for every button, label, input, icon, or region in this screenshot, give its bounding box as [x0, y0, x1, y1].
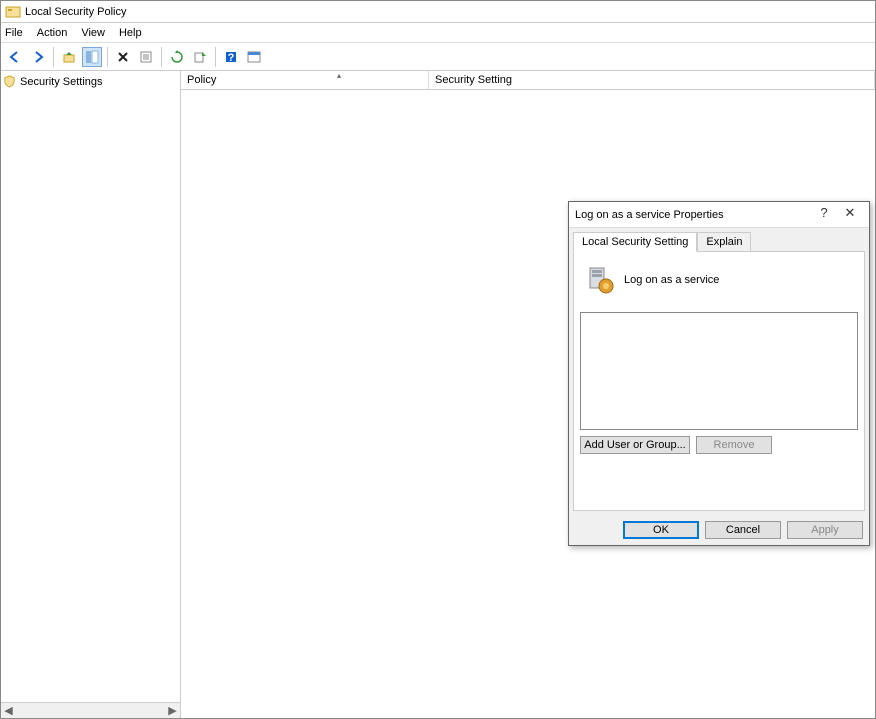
titlebar[interactable]: Local Security Policy [1, 1, 875, 23]
refresh-button[interactable] [167, 47, 187, 67]
tab-local-security-setting[interactable]: Local Security Setting [573, 232, 697, 252]
dialog-heading: Log on as a service [624, 274, 719, 286]
properties-button[interactable] [136, 47, 156, 67]
dialog-tabs: Local Security Setting Explain [569, 228, 869, 252]
dialog-title: Log on as a service Properties [575, 209, 811, 221]
tree-h-scrollbar[interactable]: ◀▶ [1, 702, 180, 718]
add-user-or-group-button[interactable]: Add User or Group... [580, 436, 690, 454]
service-icon [584, 264, 616, 296]
col-policy[interactable]: Policy [181, 71, 429, 89]
help-button[interactable]: ? [221, 47, 241, 67]
list-header[interactable]: Policy Security Setting ▴ [181, 71, 875, 90]
dialog-body: Log on as a service Add User or Group...… [573, 251, 865, 511]
sort-indicator-icon: ▴ [337, 71, 341, 80]
remove-button[interactable]: Remove [696, 436, 772, 454]
tree-root-label: Security Settings [20, 76, 103, 88]
col-setting[interactable]: Security Setting [429, 71, 875, 89]
tree-root[interactable]: Security Settings [1, 73, 180, 90]
menubar: File Action View Help [1, 23, 875, 43]
tab-explain[interactable]: Explain [697, 232, 751, 252]
dialog-titlebar[interactable]: Log on as a service Properties ? ✕ [569, 202, 869, 228]
tree-pane[interactable]: Security Settings ◀▶ [1, 71, 181, 718]
group-policy-button[interactable] [244, 47, 264, 67]
show-tree-button[interactable] [82, 47, 102, 67]
export-button[interactable] [190, 47, 210, 67]
dialog-footer: OK Cancel Apply [569, 515, 869, 545]
app-icon [5, 4, 21, 20]
menu-view[interactable]: View [81, 27, 105, 39]
window-title: Local Security Policy [25, 6, 127, 18]
up-button[interactable] [59, 47, 79, 67]
forward-button[interactable] [28, 47, 48, 67]
back-button[interactable] [5, 47, 25, 67]
toolbar: ? [1, 43, 875, 71]
dialog-help-button[interactable]: ? [811, 205, 837, 225]
menu-file[interactable]: File [5, 27, 23, 39]
cancel-button[interactable]: Cancel [705, 521, 781, 539]
accounts-listbox[interactable] [580, 312, 858, 430]
dialog-close-button[interactable]: ✕ [837, 205, 863, 225]
properties-dialog: Log on as a service Properties ? ✕ Local… [568, 201, 870, 546]
apply-button[interactable]: Apply [787, 521, 863, 539]
shield-icon [3, 75, 17, 89]
svg-text:?: ? [228, 52, 235, 64]
delete-button[interactable] [113, 47, 133, 67]
menu-help[interactable]: Help [119, 27, 142, 39]
ok-button[interactable]: OK [623, 521, 699, 539]
menu-action[interactable]: Action [37, 27, 68, 39]
